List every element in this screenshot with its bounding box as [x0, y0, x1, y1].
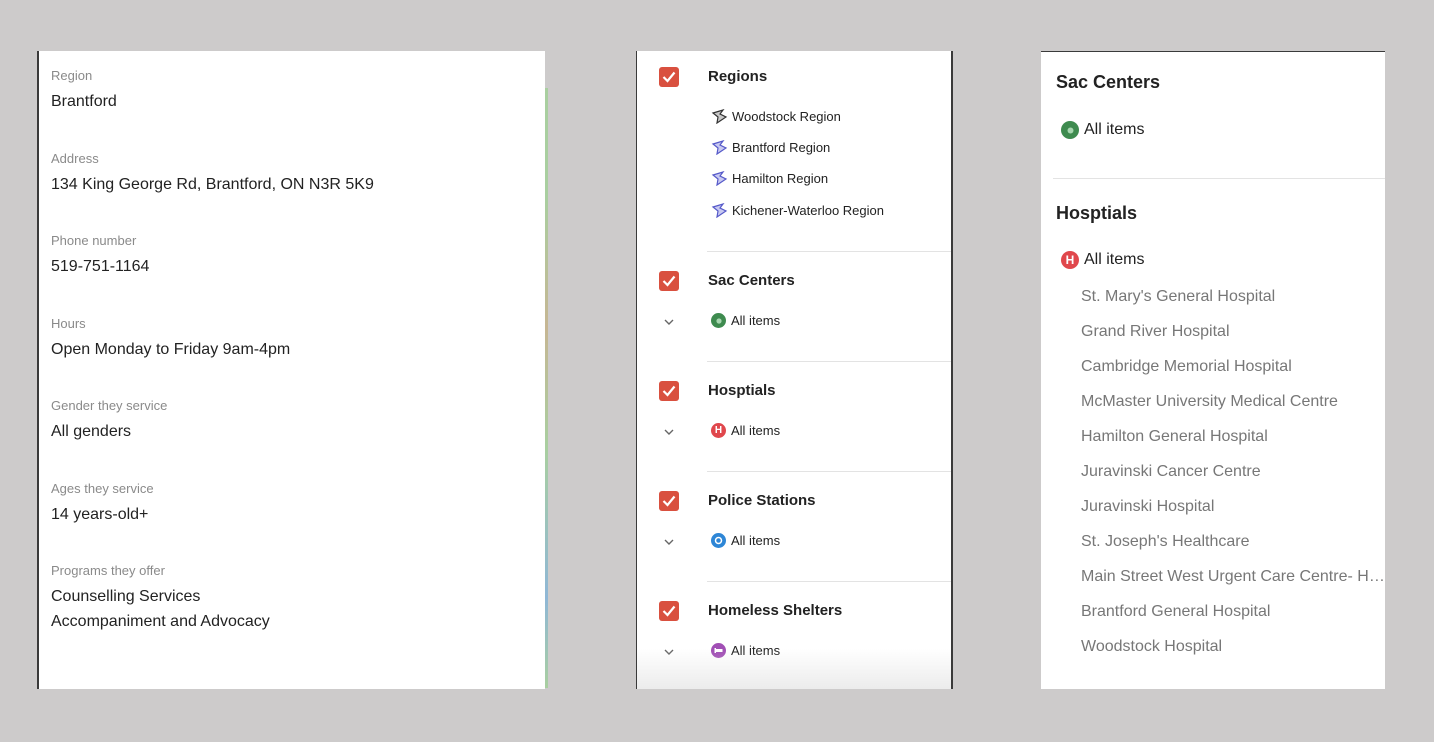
- police-stations-all-items[interactable]: All items: [711, 533, 780, 548]
- police-stations-checkbox[interactable]: [659, 491, 679, 511]
- hospital-list-item[interactable]: Hamilton General Hospital: [1081, 428, 1385, 446]
- police-marker-icon: [711, 533, 726, 548]
- address-field: Address 134 King George Rd, Brantford, O…: [51, 151, 533, 197]
- hospitals-section-title: Hosptials: [1056, 203, 1138, 223]
- ages-value: 14 years-old+: [51, 506, 149, 523]
- hours-label: Hours: [51, 316, 86, 331]
- address-value: 134 King George Rd, Brantford, ON N3R 5K…: [51, 176, 374, 193]
- hospitals-checkbox[interactable]: [659, 381, 679, 401]
- gender-field: Gender they service All genders: [51, 398, 533, 444]
- gender-label: Gender they service: [51, 398, 168, 413]
- bed-marker-icon: [711, 643, 726, 658]
- hospital-marker-icon: H: [1061, 251, 1079, 269]
- sac-centers-layer-title[interactable]: Sac Centers: [708, 272, 795, 289]
- homeless-shelters-layer-title[interactable]: Homeless Shelters: [708, 602, 842, 619]
- phone-value[interactable]: 519-751-1164: [51, 254, 533, 279]
- chevron-down-icon[interactable]: [663, 426, 675, 438]
- layer-divider: [707, 251, 951, 252]
- all-items-label: All items: [1084, 121, 1145, 138]
- check-icon: [662, 71, 676, 83]
- polygon-icon: [711, 203, 728, 218]
- address-label: Address: [51, 151, 99, 166]
- place-details-panel: Region Brantford Address 134 King George…: [37, 51, 545, 689]
- hospitals-layer-title[interactable]: Hosptials: [708, 382, 776, 399]
- region-item-label: Woodstock Region: [732, 109, 841, 124]
- all-items-label: All items: [731, 313, 781, 328]
- hospital-list-item[interactable]: Woodstock Hospital: [1081, 638, 1385, 656]
- ages-label: Ages they service: [51, 481, 154, 496]
- all-items-label: All items: [731, 643, 781, 658]
- scroll-shadow: [637, 649, 951, 689]
- check-icon: [662, 385, 676, 397]
- programs-value-2: Accompaniment and Advocacy: [51, 613, 270, 630]
- section-divider: [1053, 178, 1385, 179]
- map-layers-panel: Regions Woodstock Region Brantford Regio…: [636, 51, 953, 689]
- hospital-list-item[interactable]: Brantford General Hospital: [1081, 603, 1385, 621]
- sac-center-marker-icon: [1061, 121, 1079, 139]
- hours-field: Hours Open Monday to Friday 9am-4pm: [51, 316, 533, 362]
- region-item-label: Kichener-Waterloo Region: [732, 203, 884, 218]
- programs-field: Programs they offer Counselling Services…: [51, 563, 533, 634]
- polygon-icon: [711, 140, 728, 155]
- hospital-list-item[interactable]: St. Joseph's Healthcare: [1081, 533, 1385, 551]
- region-label: Region: [51, 68, 93, 83]
- check-icon: [662, 495, 676, 507]
- hospital-list-item[interactable]: Grand River Hospital: [1081, 323, 1385, 341]
- region-item-brantford[interactable]: Brantford Region: [711, 140, 830, 155]
- programs-value-1: Counselling Services: [51, 588, 201, 605]
- hospital-list-item[interactable]: McMaster University Medical Centre: [1081, 393, 1385, 411]
- regions-checkbox[interactable]: [659, 67, 679, 87]
- region-item-kitchener-waterloo[interactable]: Kichener-Waterloo Region: [711, 203, 884, 218]
- check-icon: [662, 605, 676, 617]
- hours-value: Open Monday to Friday 9am-4pm: [51, 341, 291, 358]
- sac-centers-checkbox[interactable]: [659, 271, 679, 291]
- phone-label: Phone number: [51, 233, 137, 248]
- sac-centers-all-items[interactable]: All items: [711, 313, 780, 328]
- all-items-label: All items: [1084, 251, 1145, 268]
- chevron-down-icon[interactable]: [663, 316, 675, 328]
- hospital-marker-icon: H: [711, 423, 726, 438]
- hospital-list-item[interactable]: Juravinski Cancer Centre: [1081, 463, 1385, 481]
- regions-layer-title[interactable]: Regions: [708, 68, 767, 85]
- region-item-hamilton[interactable]: Hamilton Region: [711, 171, 828, 186]
- all-items-label: All items: [731, 423, 781, 438]
- hospital-list-item[interactable]: St. Mary's General Hospital: [1081, 288, 1385, 306]
- homeless-shelters-checkbox[interactable]: [659, 601, 679, 621]
- region-item-woodstock[interactable]: Woodstock Region: [711, 109, 841, 124]
- ages-field: Ages they service 14 years-old+: [51, 481, 533, 527]
- hospitals-all-items[interactable]: H All items: [711, 423, 780, 438]
- sac-center-marker-icon: [711, 313, 726, 328]
- layer-items-panel: Sac Centers All items Hosptials H All it…: [1041, 51, 1385, 689]
- hospitals-all-items[interactable]: H All items: [1061, 251, 1144, 269]
- gender-value: All genders: [51, 423, 132, 440]
- programs-label: Programs they offer: [51, 563, 165, 578]
- chevron-down-icon[interactable]: [663, 646, 675, 658]
- region-value: Brantford: [51, 93, 117, 110]
- region-item-label: Hamilton Region: [732, 171, 829, 186]
- region-item-label: Brantford Region: [732, 140, 831, 155]
- chevron-down-icon[interactable]: [663, 536, 675, 548]
- sac-centers-section-title: Sac Centers: [1056, 72, 1161, 92]
- hospital-list-item[interactable]: Juravinski Hospital: [1081, 498, 1385, 516]
- layer-divider: [707, 471, 951, 472]
- polygon-icon: [711, 171, 728, 186]
- layer-divider: [707, 581, 951, 582]
- hospital-list-item[interactable]: Main Street West Urgent Care Centre- Ha.…: [1081, 568, 1385, 586]
- layer-divider: [707, 361, 951, 362]
- check-icon: [662, 275, 676, 287]
- map-edge-strip: [545, 88, 548, 688]
- polygon-icon: [711, 109, 728, 124]
- hospital-list-item[interactable]: Cambridge Memorial Hospital: [1081, 358, 1385, 376]
- all-items-label: All items: [731, 533, 781, 548]
- phone-field: Phone number 519-751-1164: [51, 233, 533, 279]
- sac-centers-all-items[interactable]: All items: [1061, 121, 1144, 139]
- region-field: Region Brantford: [51, 68, 533, 114]
- homeless-shelters-all-items[interactable]: All items: [711, 643, 780, 658]
- police-stations-layer-title[interactable]: Police Stations: [708, 492, 816, 509]
